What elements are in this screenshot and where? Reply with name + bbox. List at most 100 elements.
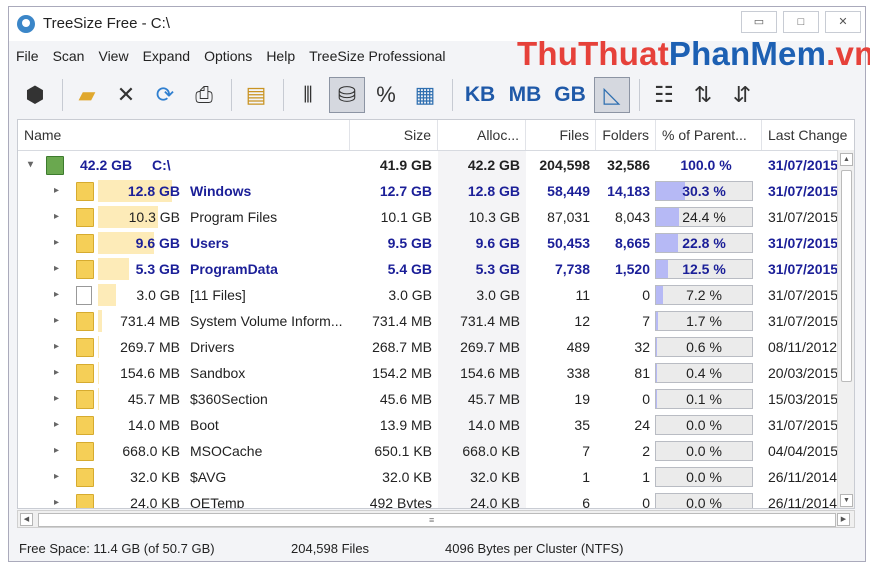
percent-view-button[interactable]: % bbox=[368, 77, 404, 113]
table-row[interactable]: ▸ 14.0 MB Boot 13.9 MB 14.0 MB 35 24 0.0 % 31/07… bbox=[18, 412, 848, 438]
table-row[interactable]: ▸ 731.4 MB System Volume Inform... 731.4 MB… bbox=[18, 308, 848, 334]
table-row[interactable]: ▸ 12.8 GB Windows 12.7 GB 12.8 GB 58,449 14,18… bbox=[18, 178, 848, 204]
expand-icon[interactable]: ▸ bbox=[54, 204, 68, 230]
save-icon[interactable]: ▤ bbox=[238, 77, 274, 113]
row-size: 9.5 GB bbox=[387, 235, 432, 251]
sort-az-icon[interactable]: ⇅ bbox=[685, 77, 721, 113]
expand-icon[interactable]: ▸ bbox=[54, 360, 68, 386]
mb-button[interactable]: MB bbox=[504, 77, 546, 113]
menu-view[interactable]: View bbox=[91, 45, 135, 67]
col-percent[interactable]: % of Parent... bbox=[656, 120, 762, 150]
disk-usage-view-icon[interactable]: ⛁ bbox=[329, 77, 365, 113]
row-percent: 30.3 % bbox=[682, 183, 726, 199]
table-row[interactable]: ▸ 668.0 KB MSOCache 650.1 KB 668.0 KB 7 2 0.0 %… bbox=[18, 438, 848, 464]
app-window: TreeSize Free - C:\ ▭ □ ✕ File Scan View… bbox=[8, 6, 870, 562]
table-row[interactable]: ▸ 45.7 MB $360Section 45.6 MB 45.7 MB 19 0 0.1 … bbox=[18, 386, 848, 412]
table-row[interactable]: ▸ 10.3 GB Program Files 10.1 GB 10.3 GB 87,03… bbox=[18, 204, 848, 230]
row-name: Sandbox bbox=[190, 365, 246, 381]
expand-icon[interactable]: ▸ bbox=[54, 386, 68, 412]
table-row[interactable]: ▸ 9.6 GB Users 9.5 GB 9.6 GB 50,453 8,665 22.8 … bbox=[18, 230, 848, 256]
details-view-icon[interactable]: ☷ bbox=[646, 77, 682, 113]
row-folders: 0 bbox=[642, 495, 650, 509]
columns-view-icon[interactable]: ⦀ bbox=[290, 77, 326, 113]
root-row[interactable]: ▾ 42.2 GB C:\ 41.9 GB 42.2 GB 204,598 32… bbox=[18, 152, 848, 178]
table-row[interactable]: ▸ 269.7 MB Drivers 268.7 MB 269.7 MB 489 32 0.6… bbox=[18, 334, 848, 360]
row-percent: 0.0 % bbox=[686, 417, 722, 433]
menu-file[interactable]: File bbox=[9, 45, 46, 67]
percent-bar: 1.7 % bbox=[655, 311, 753, 331]
folder-icon bbox=[76, 468, 94, 487]
root-folders: 32,586 bbox=[607, 157, 650, 173]
gb-button[interactable]: GB bbox=[549, 77, 591, 113]
kb-button[interactable]: KB bbox=[459, 77, 501, 113]
col-folders[interactable]: Folders bbox=[596, 120, 656, 150]
row-size: 650.1 KB bbox=[374, 443, 432, 459]
table-row[interactable]: ▸ 24.0 KB OETemp 492 Bytes 24.0 KB 6 0 0.0 % 26/… bbox=[18, 490, 848, 509]
table-row[interactable]: ▸ 5.3 GB ProgramData 5.4 GB 5.3 GB 7,738 1,520… bbox=[18, 256, 848, 282]
expand-icon[interactable]: ▸ bbox=[54, 178, 68, 204]
col-alloc[interactable]: Alloc... bbox=[438, 120, 526, 150]
expand-icon[interactable]: ▸ bbox=[54, 282, 68, 308]
scroll-down-icon[interactable]: ▼ bbox=[840, 494, 853, 507]
h-scroll-thumb[interactable]: ≡ bbox=[38, 513, 836, 527]
expand-icon[interactable]: ▸ bbox=[54, 412, 68, 438]
folder-icon bbox=[76, 494, 94, 508]
col-size[interactable]: Size bbox=[350, 120, 438, 150]
menu-expand[interactable]: Expand bbox=[136, 45, 197, 67]
table-row[interactable]: ▸ 3.0 GB [11 Files] 3.0 GB 3.0 GB 11 0 7.2 % 31/… bbox=[18, 282, 848, 308]
row-files: 12 bbox=[574, 313, 590, 329]
size-label-cell: 14.0 MB bbox=[98, 412, 182, 438]
row-files: 6 bbox=[582, 495, 590, 509]
sort-size-icon[interactable]: ⇵ bbox=[724, 77, 760, 113]
expand-icon[interactable]: ▸ bbox=[54, 438, 68, 464]
row-files: 338 bbox=[566, 365, 590, 381]
expand-icon[interactable]: ▸ bbox=[54, 230, 68, 256]
maximize-button[interactable]: □ bbox=[783, 11, 819, 33]
select-directory-icon[interactable]: ⬢ bbox=[17, 77, 53, 113]
table-row[interactable]: ▸ 32.0 KB $AVG 32.0 KB 32.0 KB 1 1 0.0 % 26/11/2… bbox=[18, 464, 848, 490]
folder-icon bbox=[76, 442, 94, 461]
expand-icon[interactable]: ▸ bbox=[54, 256, 68, 282]
row-size: 492 Bytes bbox=[369, 495, 432, 509]
scroll-thumb[interactable] bbox=[841, 170, 852, 382]
menu-options[interactable]: Options bbox=[197, 45, 259, 67]
horizontal-scrollbar[interactable]: ◀ ≡ ▶ bbox=[17, 510, 855, 528]
auto-size-icon[interactable]: ◺ bbox=[594, 77, 630, 113]
row-size: 5.4 GB bbox=[387, 261, 432, 277]
col-files[interactable]: Files bbox=[526, 120, 596, 150]
folder-scan-icon[interactable]: ▰ bbox=[69, 77, 105, 113]
close-button[interactable]: ✕ bbox=[825, 11, 861, 33]
row-size-label: 3.0 GB bbox=[136, 287, 180, 303]
grid-view-icon[interactable]: ▦ bbox=[407, 77, 443, 113]
row-folders: 0 bbox=[642, 287, 650, 303]
menu-help[interactable]: Help bbox=[259, 45, 302, 67]
row-size-label: 12.8 GB bbox=[127, 183, 180, 199]
vertical-scrollbar[interactable]: ▲ ▼ bbox=[837, 150, 854, 508]
percent-bar: 0.0 % bbox=[655, 441, 753, 461]
expand-icon[interactable]: ▸ bbox=[54, 490, 68, 508]
row-size-label: 5.3 GB bbox=[135, 261, 180, 277]
row-size: 3.0 GB bbox=[388, 287, 432, 303]
percent-bar: 22.8 % bbox=[655, 233, 753, 253]
row-alloc: 269.7 MB bbox=[460, 339, 520, 355]
scroll-up-icon[interactable]: ▲ bbox=[840, 153, 853, 166]
expand-icon[interactable]: ▸ bbox=[54, 308, 68, 334]
stop-icon[interactable]: ✕ bbox=[108, 77, 144, 113]
menu-scan[interactable]: Scan bbox=[46, 45, 92, 67]
expand-icon[interactable]: ▸ bbox=[54, 464, 68, 490]
folder-icon bbox=[76, 182, 94, 201]
table-row[interactable]: ▸ 154.6 MB Sandbox 154.2 MB 154.6 MB 338 81 0.4… bbox=[18, 360, 848, 386]
refresh-icon[interactable]: ⟳ bbox=[147, 77, 183, 113]
collapse-icon[interactable]: ▾ bbox=[28, 152, 42, 178]
percent-bar: 7.2 % bbox=[655, 285, 753, 305]
row-files: 19 bbox=[574, 391, 590, 407]
scroll-right-icon[interactable]: ▶ bbox=[837, 513, 850, 526]
expand-icon[interactable]: ▸ bbox=[54, 334, 68, 360]
menu-treesize-professional[interactable]: TreeSize Professional bbox=[302, 45, 452, 67]
minimize-button[interactable]: ▭ bbox=[741, 11, 777, 33]
scroll-left-icon[interactable]: ◀ bbox=[20, 513, 33, 526]
print-icon[interactable]: ⎙ bbox=[186, 77, 222, 113]
col-last-change[interactable]: Last Change bbox=[762, 120, 854, 150]
col-name[interactable]: Name bbox=[18, 120, 350, 150]
row-alloc: 10.3 GB bbox=[468, 209, 520, 225]
